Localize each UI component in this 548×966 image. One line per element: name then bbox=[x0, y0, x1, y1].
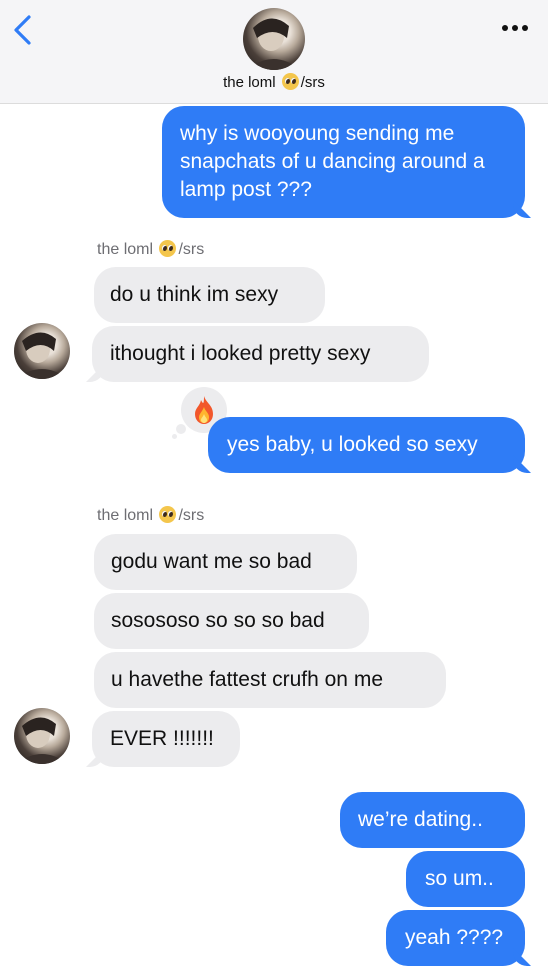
contact-name-suffix: /srs bbox=[300, 74, 325, 91]
message-text: yeah ???? bbox=[405, 926, 504, 949]
received-message-bubble[interactable]: EVER !!!!!!! bbox=[92, 711, 240, 767]
contact-name[interactable]: the loml /srs bbox=[0, 73, 548, 91]
sender-label: the loml /srs bbox=[97, 506, 204, 525]
back-chevron-icon[interactable] bbox=[10, 14, 36, 46]
message-text: do u think im sexy bbox=[110, 283, 279, 306]
sent-message-bubble[interactable]: why is wooyoung sending me snapchats of … bbox=[162, 106, 525, 218]
message-text: ithought i looked pretty sexy bbox=[110, 342, 371, 365]
message-text: yes baby, u looked so sexy bbox=[227, 433, 478, 456]
sender-suffix: /srs bbox=[178, 241, 205, 258]
fire-emoji-icon bbox=[195, 396, 213, 424]
conversation-header: the loml /srs bbox=[0, 0, 548, 104]
message-text: why is wooyoung sending me snapchats of … bbox=[180, 122, 485, 201]
sender-label: the loml /srs bbox=[97, 240, 204, 259]
received-message-bubble[interactable]: godu want me so bad bbox=[94, 534, 357, 590]
received-message-bubble[interactable]: ithought i looked pretty sexy bbox=[92, 326, 429, 382]
received-message-bubble[interactable]: sosososo so so so bad bbox=[94, 593, 369, 649]
sent-message-bubble[interactable]: yeah ???? bbox=[386, 910, 525, 966]
contact-avatar[interactable] bbox=[14, 708, 70, 764]
received-message-bubble[interactable]: do u think im sexy bbox=[94, 267, 325, 323]
received-message-bubble[interactable]: u havethe fattest crufh on me bbox=[94, 652, 446, 708]
sender-name: the loml bbox=[97, 241, 154, 258]
contact-avatar[interactable] bbox=[14, 323, 70, 379]
message-text: u havethe fattest crufh on me bbox=[111, 668, 383, 691]
reaction-bubble-tail bbox=[172, 434, 177, 439]
message-text: EVER !!!!!!! bbox=[110, 727, 214, 750]
message-text: we’re dating.. bbox=[358, 808, 483, 831]
sent-message-bubble[interactable]: we’re dating.. bbox=[340, 792, 525, 848]
message-text: godu want me so bad bbox=[111, 550, 312, 573]
pleading-face-emoji-icon bbox=[159, 506, 177, 523]
sender-suffix: /srs bbox=[178, 507, 205, 524]
pleading-face-emoji-icon bbox=[281, 73, 299, 90]
message-text: so um.. bbox=[425, 867, 494, 890]
reaction-bubble-tail bbox=[176, 424, 186, 434]
message-text: sosososo so so so bad bbox=[111, 609, 325, 632]
sender-name: the loml bbox=[97, 507, 154, 524]
contact-avatar[interactable] bbox=[243, 8, 305, 70]
more-options-icon[interactable] bbox=[502, 22, 528, 34]
sent-message-bubble[interactable]: yes baby, u looked so sexy bbox=[208, 417, 525, 473]
pleading-face-emoji-icon bbox=[159, 240, 177, 257]
sent-message-bubble[interactable]: so um.. bbox=[406, 851, 525, 907]
contact-name-text: the loml bbox=[223, 74, 276, 91]
